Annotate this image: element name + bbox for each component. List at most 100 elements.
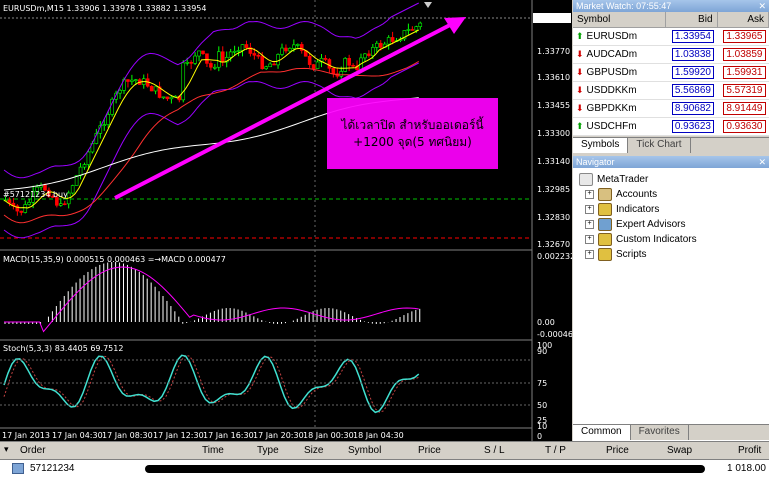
price-tick-label: 1.33770 (537, 47, 570, 56)
nav-item-label: Scripts (616, 249, 647, 260)
candle-body (126, 79, 130, 82)
ask-value: 8.91449 (723, 102, 766, 115)
price-chart[interactable]: EURUSDm,M15 1.33906 1.33978 1.33882 1.33… (0, 0, 572, 441)
close-icon[interactable]: ✕ (758, 156, 766, 168)
column-price[interactable]: Price (418, 445, 441, 456)
candle-body (232, 50, 237, 53)
candle-body (272, 63, 276, 66)
candle-body (327, 59, 332, 69)
column-type[interactable]: Type (257, 445, 279, 456)
candle-body (193, 55, 197, 64)
nav-item-accounts[interactable]: + Accounts (585, 188, 657, 201)
time-tick-label: 17 Jan 12:30 (153, 431, 204, 440)
candle-body (106, 114, 110, 125)
tab-tick-chart[interactable]: Tick Chart (628, 138, 691, 153)
candle-body (252, 53, 257, 56)
macd-header: MACD(15,35,9) 0.000515 0.000463 =→MACD 0… (3, 255, 226, 264)
chart-header: EURUSDm,M15 1.33906 1.33978 1.33882 1.33… (3, 4, 206, 13)
time-tick-label: 17 Jan 16:30 (203, 431, 254, 440)
nav-item-expert-advisors[interactable]: + Expert Advisors (585, 218, 685, 231)
candle-body (102, 124, 107, 127)
nav-item-custom-indicators[interactable]: + Custom Indicators (585, 233, 697, 246)
time-tick-label: 17 Jan 08:30 (102, 431, 153, 440)
market-watch-titlebar[interactable]: Market Watch: 07:55:47 ✕ (573, 0, 769, 12)
expand-icon[interactable]: + (585, 220, 594, 229)
stoch-tick-label: 0 (537, 432, 542, 441)
candle-body (82, 164, 87, 168)
price-tick-label: 1.33455 (537, 101, 570, 110)
column-bid[interactable]: Bid (665, 12, 718, 28)
candle-body (410, 29, 415, 31)
price-tick-label: 1.33610 (537, 73, 570, 82)
column-profit[interactable]: Profit (738, 445, 761, 456)
table-row[interactable]: ⬇ GBPUSDm 1.59920 1.59931 (573, 63, 769, 82)
expand-icon[interactable]: + (585, 205, 594, 214)
column-time[interactable]: Time (202, 445, 224, 456)
table-row[interactable]: ⬇ USDDKKm 5.56869 5.57319 (573, 81, 769, 100)
nav-item-label: Accounts (616, 189, 658, 200)
table-row[interactable]: ⬇ AUDCADm 1.03838 1.03859 (573, 45, 769, 64)
column-close-price[interactable]: Price (606, 445, 629, 456)
expand-icon[interactable]: + (585, 235, 594, 244)
expand-icon[interactable]: + (585, 190, 594, 199)
column-symbol[interactable]: Symbol (573, 12, 666, 28)
nav-item-indicators[interactable]: + Indicators (585, 203, 659, 216)
redacted-bar (145, 465, 705, 473)
annotation-box: ได้เวลาปิด สำหรับออเดอร์นี้ +1200 จุด(5 … (327, 98, 498, 169)
table-row[interactable]: ⬆ EURUSDm 1.33954 1.33965 (573, 27, 769, 46)
tab-favorites[interactable]: Favorites (631, 425, 689, 440)
table-row[interactable]: ⬇ GBPDKKm 8.90682 8.91449 (573, 99, 769, 118)
bid-value: 8.90682 (671, 102, 714, 115)
candle-body (169, 96, 174, 100)
candle-body (118, 90, 122, 94)
terminal-panel: ▾ Order Time Type Size Symbol Price S / … (0, 441, 769, 481)
price-tick-label: 1.32830 (537, 213, 570, 222)
candle-body (343, 58, 348, 72)
ask-value: 0.93630 (723, 120, 766, 133)
bid-value: 1.33954 (671, 30, 714, 43)
tab-symbols[interactable]: Symbols (573, 138, 629, 153)
candle-body (264, 66, 269, 70)
chart-window[interactable]: EURUSDm,M15 1.33906 1.33978 1.33882 1.33… (0, 0, 572, 441)
nav-root-metatrader[interactable]: MetaTrader (579, 173, 648, 186)
price-tick-label: 1.32985 (537, 185, 570, 194)
candle-body (78, 166, 83, 176)
candle-body (149, 85, 154, 92)
candle-body (418, 22, 423, 27)
time-axis: 17 Jan 2013 17 Jan 04:30 17 Jan 08:30 17 Ja… (2, 431, 404, 440)
column-swap[interactable]: Swap (667, 445, 692, 456)
candle-body (323, 58, 328, 60)
column-tp[interactable]: T / P (545, 445, 566, 456)
close-icon[interactable]: ✕ (758, 0, 766, 12)
candle-body (363, 53, 367, 59)
candle-body (315, 61, 320, 69)
symbol-name: GBPUSDm (586, 67, 638, 78)
arrow-up-icon: ⬆ (576, 31, 584, 41)
nav-item-label: Expert Advisors (616, 219, 686, 230)
column-ask[interactable]: Ask (717, 12, 769, 28)
tab-common[interactable]: Common (573, 425, 631, 440)
candle-body (86, 151, 91, 165)
stoch-tick-label: 10 (537, 422, 547, 431)
nav-item-scripts[interactable]: + Scripts (585, 248, 647, 261)
candle-body (181, 62, 186, 101)
table-row[interactable]: ⬆ USDCHFm 0.93623 0.93630 (573, 117, 769, 136)
column-order[interactable]: Order (20, 445, 46, 456)
candle-body (213, 66, 217, 69)
navigator-titlebar[interactable]: Navigator ✕ (573, 156, 769, 168)
table-row[interactable]: 57121234 1 018.00 (0, 460, 769, 478)
time-tick-label: 17 Jan 2013 (2, 431, 50, 440)
sort-icon[interactable]: ▾ (4, 444, 9, 455)
annotation-line-1: ได้เวลาปิด สำหรับออเดอร์นี้ (341, 117, 484, 132)
ask-value: 1.33965 (723, 30, 766, 43)
column-symbol[interactable]: Symbol (348, 445, 381, 456)
candle-body (386, 37, 391, 45)
column-sl[interactable]: S / L (484, 445, 505, 456)
column-size[interactable]: Size (304, 445, 323, 456)
nav-item-label: Indicators (616, 204, 660, 215)
time-tick-label: 17 Jan 04:30 (52, 431, 103, 440)
candle-body (205, 53, 209, 64)
price-tick-label: 1.33140 (537, 157, 570, 166)
expand-icon[interactable]: + (585, 250, 594, 259)
market-watch-table: Symbol Bid Ask ⬆ EURUSDm 1.33954 1.33965 ⬇ AU… (573, 12, 769, 136)
